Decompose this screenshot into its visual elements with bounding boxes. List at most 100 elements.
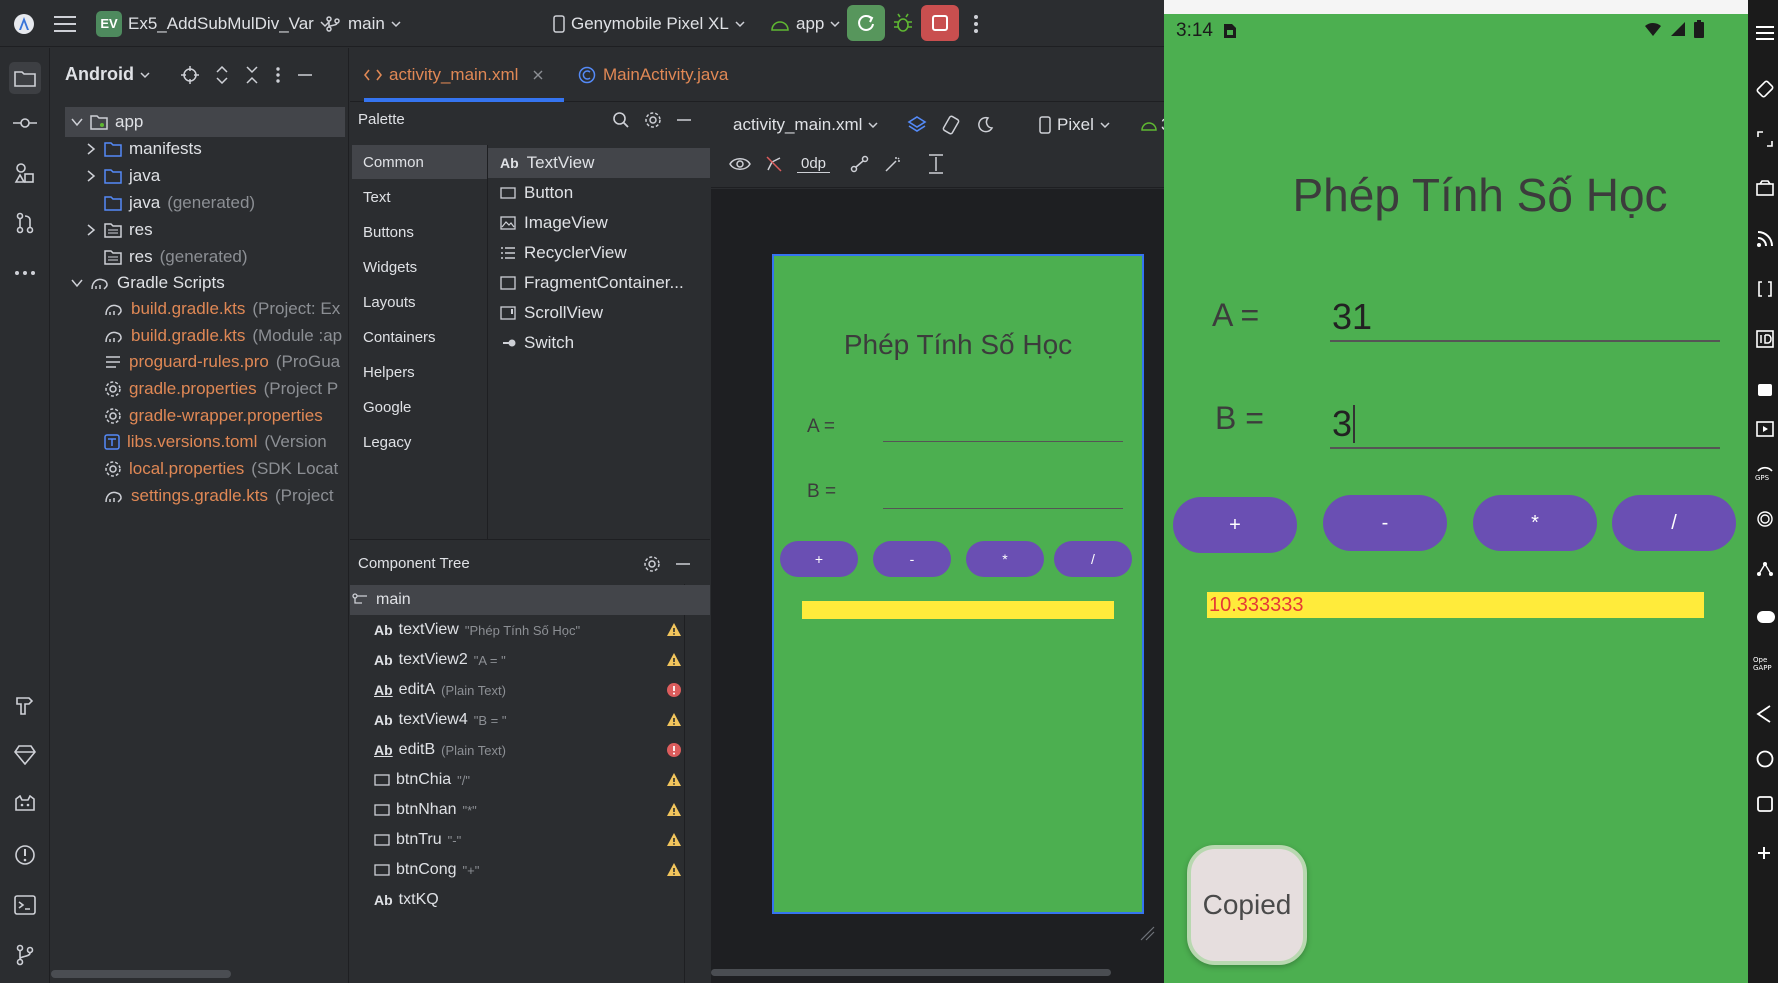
- recents-icon[interactable]: [1756, 795, 1774, 813]
- tree-item-gradle-properties[interactable]: gradle.properties (Project P: [104, 374, 338, 404]
- terminal-icon[interactable]: [12, 892, 38, 918]
- palette-category-widgets[interactable]: Widgets: [352, 250, 487, 284]
- warning-icon[interactable]: [666, 862, 682, 878]
- infer-constraints-icon[interactable]: [884, 155, 902, 173]
- tree-node-editb[interactable]: Ab editB (Plain Text): [350, 735, 710, 765]
- palette-item-scrollview[interactable]: ScrollView: [488, 298, 710, 328]
- palette-item-fragmentcontainer[interactable]: FragmentContainer...: [488, 268, 710, 298]
- preview-button-subtract[interactable]: -: [873, 541, 951, 577]
- menu-icon[interactable]: [1756, 25, 1774, 41]
- add-button[interactable]: +: [1173, 497, 1297, 553]
- error-icon[interactable]: [666, 742, 682, 758]
- fingerprint-icon[interactable]: [1756, 510, 1774, 528]
- tree-item-local-properties[interactable]: local.properties (SDK Locat: [104, 454, 338, 484]
- palette-category-common[interactable]: Common: [352, 145, 487, 179]
- gear-icon[interactable]: [644, 111, 662, 129]
- layout-file-selector[interactable]: activity_main.xml: [733, 113, 878, 137]
- palette-category-buttons[interactable]: Buttons: [352, 215, 487, 249]
- preview-button-add[interactable]: +: [780, 541, 858, 577]
- gear-icon[interactable]: [643, 555, 661, 573]
- layers-icon[interactable]: [907, 115, 927, 135]
- tree-node-btnchia[interactable]: btnChia "/": [350, 765, 710, 795]
- camera-icon[interactable]: [1756, 180, 1774, 196]
- autoconnect-off-icon[interactable]: [765, 155, 783, 173]
- back-icon[interactable]: [1756, 705, 1772, 723]
- palette-category-helpers[interactable]: Helpers: [352, 355, 487, 389]
- palette-item-button[interactable]: Button: [488, 178, 710, 208]
- stop-button[interactable]: [921, 5, 959, 41]
- palette-category-containers[interactable]: Containers: [352, 320, 487, 354]
- pull-requests-icon[interactable]: [12, 210, 38, 236]
- tree-node-textview4[interactable]: Ab textView4 "B = ": [350, 705, 710, 735]
- warning-icon[interactable]: [666, 772, 682, 788]
- palette-category-text[interactable]: Text: [352, 180, 487, 214]
- branch-selector[interactable]: main: [324, 0, 401, 47]
- tab-activity-main[interactable]: activity_main.xml: [364, 48, 543, 102]
- folder-icon[interactable]: [9, 62, 41, 94]
- palette-item-imageview[interactable]: ImageView: [488, 208, 710, 238]
- emulator-screen[interactable]: 3:14 Phép Tính Số Học A = 31 B = 3 + - *…: [1164, 0, 1748, 983]
- preview-edit-a[interactable]: [883, 441, 1123, 442]
- gps-icon[interactable]: GPS: [1754, 465, 1776, 481]
- apply-changes-button[interactable]: [847, 5, 885, 41]
- palette-item-textview[interactable]: Ab TextView: [488, 148, 710, 178]
- tree-root-main[interactable]: main: [350, 585, 710, 615]
- tree-item-app[interactable]: app: [65, 107, 345, 137]
- palette-item-recyclerview[interactable]: RecyclerView: [488, 238, 710, 268]
- orientation-icon[interactable]: [941, 115, 961, 135]
- palette-category-legacy[interactable]: Legacy: [352, 425, 487, 459]
- gamepad-icon[interactable]: [1756, 610, 1776, 624]
- device-preview-selector[interactable]: Pixel: [1039, 113, 1110, 137]
- tab-main-activity[interactable]: MainActivity.java: [578, 48, 728, 102]
- tree-item-res[interactable]: res: [85, 215, 153, 245]
- tree-item-build-gradle-project[interactable]: build.gradle.kts (Project: Ex: [104, 294, 340, 324]
- feed-icon[interactable]: [1756, 230, 1774, 248]
- preview-button-divide[interactable]: /: [1054, 541, 1132, 577]
- warning-icon[interactable]: [666, 622, 682, 638]
- error-icon[interactable]: [666, 682, 682, 698]
- divide-button[interactable]: /: [1612, 495, 1736, 551]
- tree-node-btnnhan[interactable]: btnNhan "*": [350, 795, 710, 825]
- close-icon[interactable]: [533, 70, 543, 80]
- tree-item-proguard[interactable]: proguard-rules.pro (ProGua: [104, 347, 340, 377]
- tree-item-java[interactable]: java: [85, 161, 160, 191]
- android-studio-logo-icon[interactable]: [12, 0, 36, 47]
- code-icon[interactable]: [1756, 280, 1774, 298]
- hide-panel-icon[interactable]: [675, 555, 691, 573]
- gem-icon[interactable]: [12, 742, 38, 768]
- collapse-all-icon[interactable]: [245, 66, 259, 84]
- horizontal-scrollbar[interactable]: [51, 970, 231, 978]
- run-config-selector[interactable]: app: [770, 0, 840, 47]
- tree-node-edita[interactable]: Ab editA (Plain Text): [350, 675, 710, 705]
- expand-all-icon[interactable]: [215, 66, 229, 84]
- project-selector[interactable]: EV Ex5_AddSubMulDiv_Var: [96, 0, 330, 47]
- resize-handle-icon[interactable]: [1139, 925, 1155, 941]
- more-options-icon[interactable]: [275, 66, 281, 84]
- locate-icon[interactable]: [181, 66, 199, 84]
- tree-item-manifests[interactable]: manifests: [85, 134, 202, 164]
- disk-icon[interactable]: [1756, 380, 1774, 398]
- add-icon[interactable]: [1756, 845, 1772, 861]
- build-hammer-icon[interactable]: [12, 692, 38, 718]
- project-view-selector[interactable]: Android: [65, 64, 150, 85]
- logcat-icon[interactable]: [12, 792, 38, 818]
- warning-icon[interactable]: [666, 712, 682, 728]
- version-control-icon[interactable]: [12, 942, 38, 968]
- home-icon[interactable]: [1756, 750, 1774, 768]
- layout-preview[interactable]: Phép Tính Số Học A = B = + - * /: [772, 254, 1144, 914]
- rotate-icon[interactable]: [1756, 80, 1774, 98]
- problems-icon[interactable]: [12, 842, 38, 868]
- guidelines-icon[interactable]: [926, 153, 946, 175]
- hide-panel-icon[interactable]: [297, 66, 313, 84]
- tree-node-btntru[interactable]: btnTru "-": [350, 825, 710, 855]
- debug-button[interactable]: [884, 5, 922, 41]
- more-tools-icon[interactable]: [12, 260, 38, 286]
- resource-manager-icon[interactable]: [12, 160, 38, 186]
- default-margin-field[interactable]: 0dp: [797, 155, 831, 173]
- multiply-button[interactable]: *: [1473, 495, 1597, 551]
- hide-panel-icon[interactable]: [676, 111, 692, 129]
- commit-icon[interactable]: [12, 110, 38, 136]
- night-mode-icon[interactable]: [975, 115, 995, 135]
- tree-item-libs-versions[interactable]: libs.versions.toml (Version: [104, 427, 327, 457]
- eye-icon[interactable]: [729, 156, 751, 172]
